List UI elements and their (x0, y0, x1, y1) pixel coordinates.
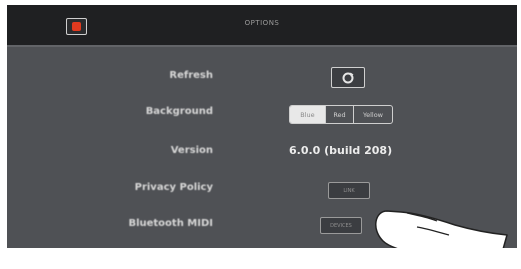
version-value: 6.0.0 (build 208) (289, 144, 393, 157)
title-divider (7, 45, 517, 47)
page: OPTIONS Refresh Background Blue Red Yell… (0, 0, 521, 269)
window-title: OPTIONS (244, 19, 280, 27)
background-option-yellow[interactable]: Yellow (354, 106, 392, 123)
background-segmented-control: Blue Red Yellow (289, 105, 393, 124)
refresh-label: Refresh (169, 70, 213, 81)
privacy-policy-label: Privacy Policy (134, 182, 213, 193)
bluetooth-devices-button[interactable]: DEVICES (320, 217, 362, 234)
refresh-icon (342, 72, 354, 83)
version-label: Version (170, 145, 213, 156)
titlebar: OPTIONS (7, 7, 517, 45)
background-label: Background (145, 106, 213, 117)
close-button[interactable] (66, 18, 87, 35)
background-option-red[interactable]: Red (326, 106, 354, 123)
close-icon (72, 22, 81, 31)
options-window: OPTIONS Refresh Background Blue Red Yell… (7, 5, 517, 248)
bluetooth-midi-label: Bluetooth MIDI (128, 218, 213, 229)
background-option-blue[interactable]: Blue (290, 106, 326, 123)
privacy-link-button[interactable]: LINK (328, 182, 370, 199)
refresh-button[interactable] (331, 67, 365, 88)
hand-pointer-icon (375, 210, 508, 248)
